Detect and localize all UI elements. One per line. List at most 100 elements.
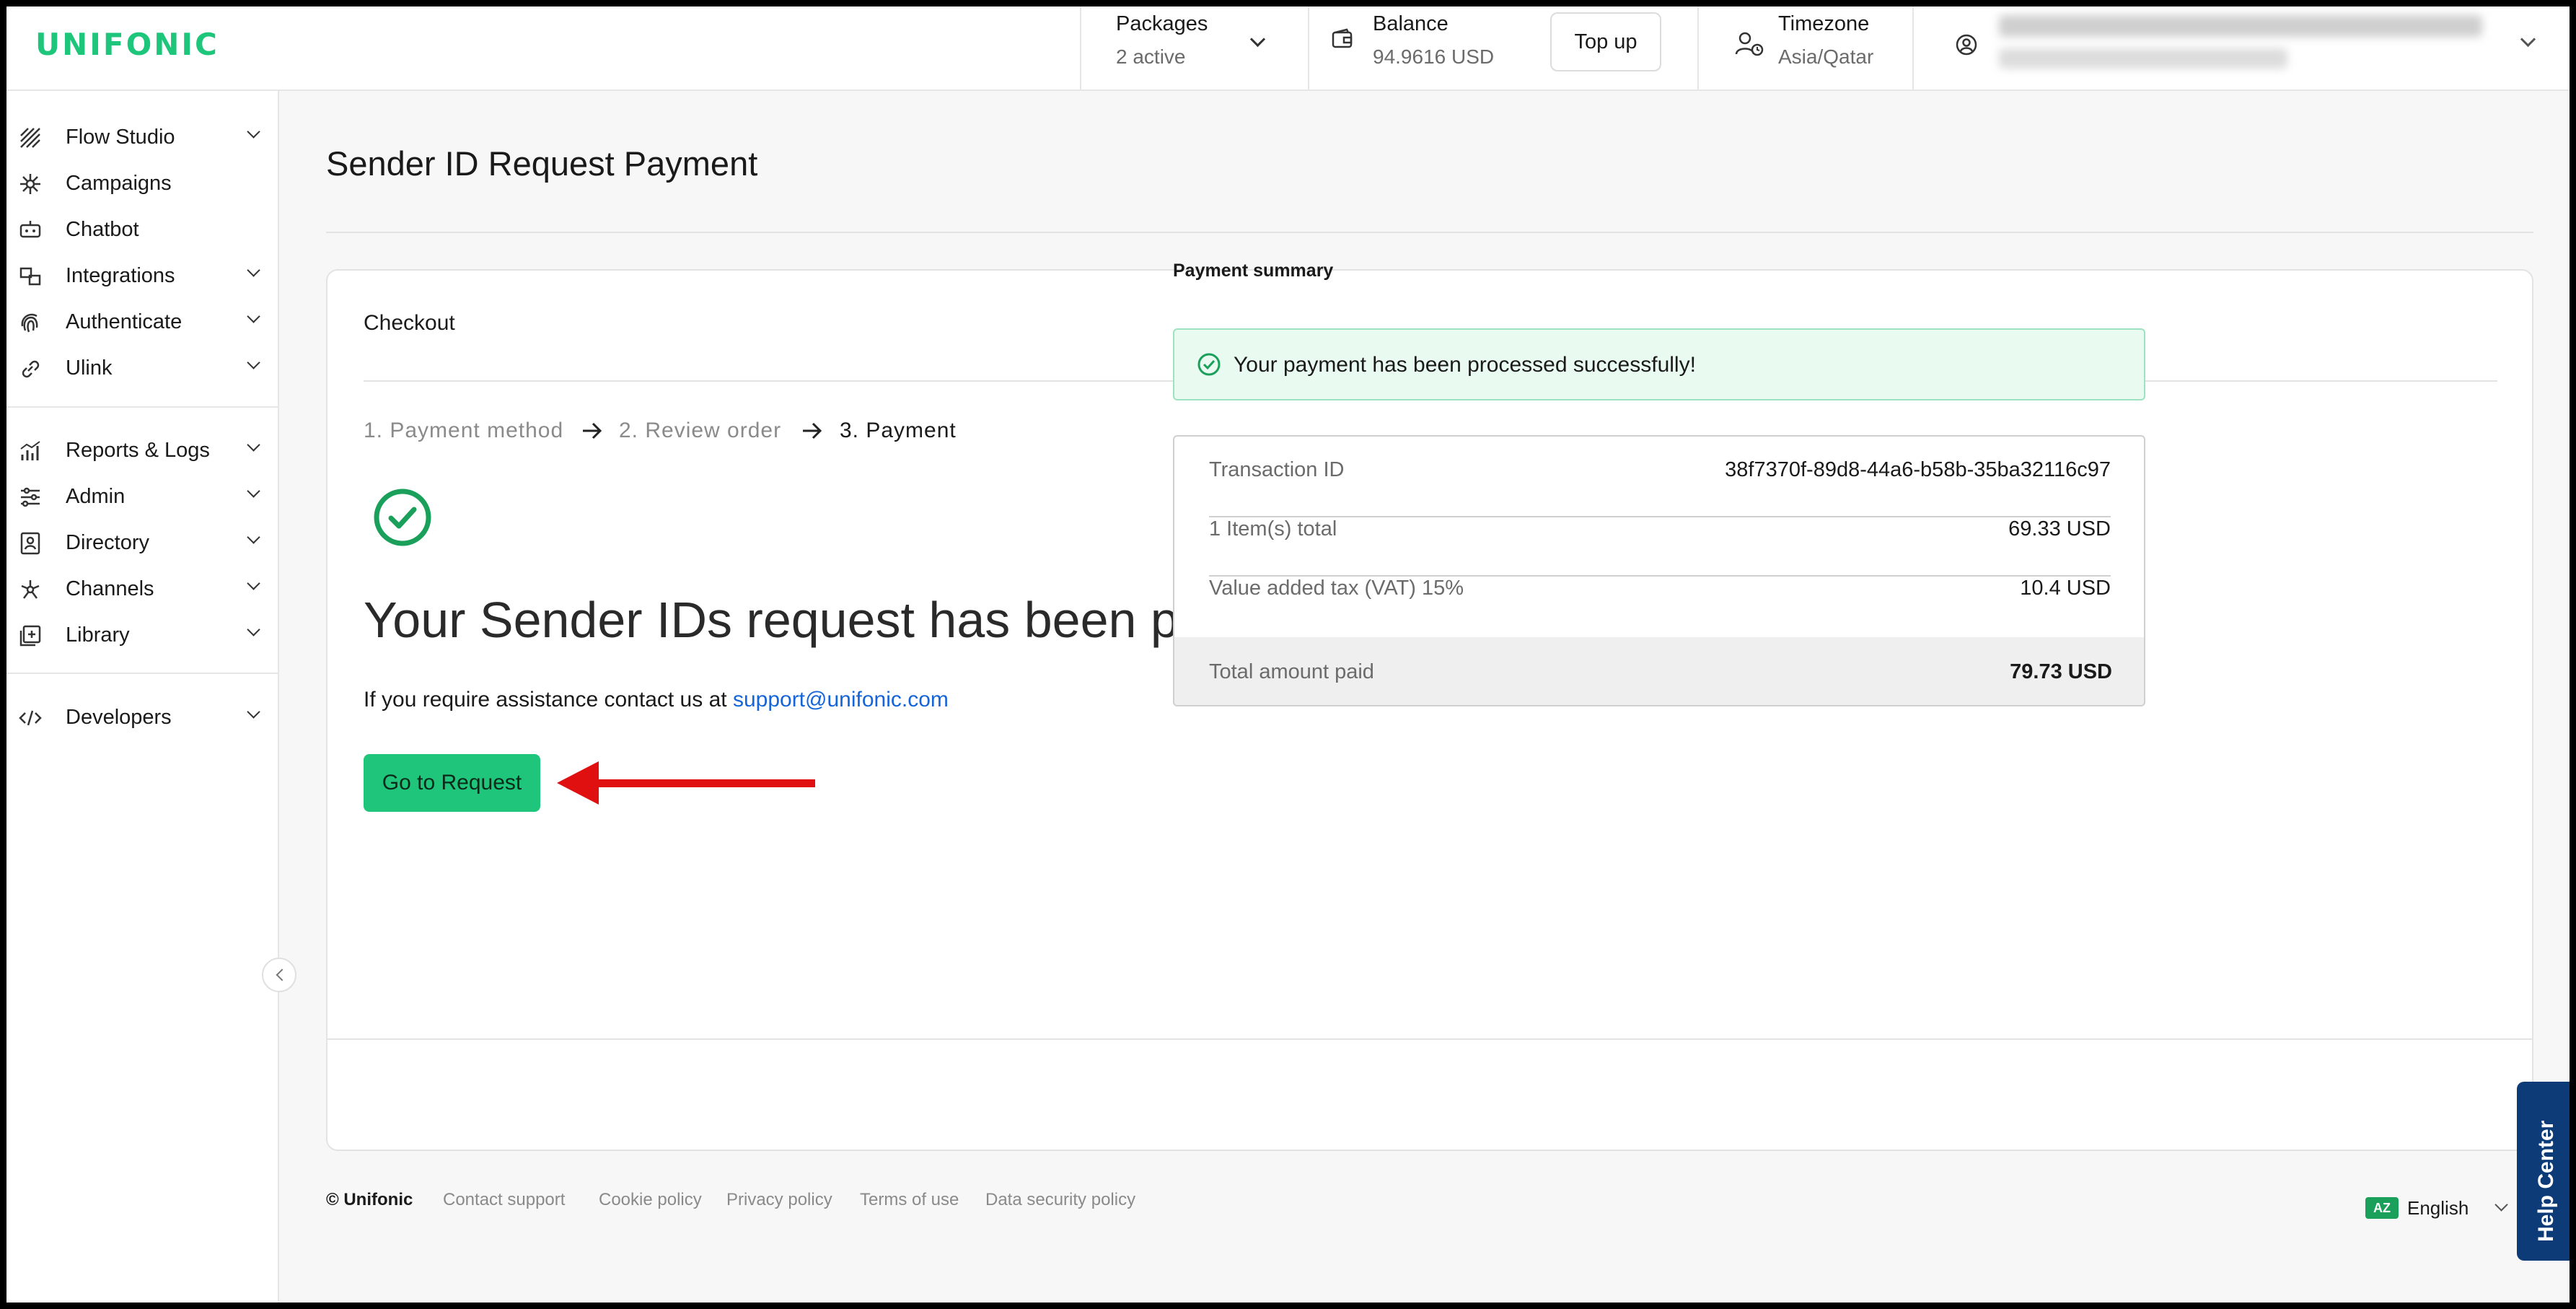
sidebar-item-library[interactable]: Library: [6, 616, 279, 654]
sidebar-item-reports-logs[interactable]: Reports & Logs: [6, 432, 279, 469]
balance-section: Balance 94.9616 USD Top up: [1308, 6, 1697, 91]
checkout-card: Checkout 1. Payment method 2. Review ord…: [326, 269, 2533, 1151]
sidebar-item-label: Authenticate: [66, 310, 183, 333]
sidebar-item-label: Developers: [66, 706, 172, 729]
footer-link-cookie-policy[interactable]: Cookie policy: [599, 1190, 702, 1210]
help-center-button[interactable]: Help Center: [2517, 1082, 2570, 1261]
timezone-section[interactable]: Timezone Asia/Qatar: [1697, 6, 1912, 91]
top-header: UNIFONIC Packages 2 active Balance 94.96…: [6, 6, 2570, 91]
arrow-right-icon: [803, 422, 822, 439]
annotation-arrow: [557, 761, 815, 805]
sliders-icon: [21, 487, 40, 507]
sidebar-item-ulink[interactable]: Ulink: [6, 349, 279, 387]
top-up-button[interactable]: Top up: [1550, 12, 1661, 71]
chevron-down-icon: [247, 438, 260, 452]
summary-label: Transaction ID: [1209, 458, 1345, 481]
sidebar-item-campaigns[interactable]: Campaigns: [6, 165, 279, 202]
library-icon: [19, 625, 41, 647]
chevron-down-icon: [247, 577, 260, 590]
sidebar-item-label: Reports & Logs: [66, 439, 210, 462]
chevron-down-icon: [2494, 1198, 2508, 1212]
summary-row-total: Total amount paid 79.73 USD: [1174, 637, 2144, 705]
sidebar: Flow Studio Campaigns Chatbot Integratio…: [6, 91, 279, 1303]
balance-value: 94.9616 USD: [1373, 45, 1495, 68]
total-value: 79.73 USD: [2010, 660, 2112, 683]
sidebar-item-directory[interactable]: Directory: [6, 524, 279, 561]
account-menu[interactable]: [1912, 6, 2570, 91]
check-circle-icon: [1197, 353, 1221, 376]
chevron-down-icon: [247, 705, 260, 719]
summary-value: 69.33 USD: [2008, 517, 2111, 540]
summary-label: Value added tax (VAT) 15%: [1209, 577, 1464, 600]
payment-summary-title: Payment summary: [1173, 261, 1334, 281]
sidebar-item-channels[interactable]: Channels: [6, 570, 279, 608]
chevron-down-icon: [247, 356, 260, 369]
channels-icon: [21, 580, 40, 599]
summary-row-vat: Value added tax (VAT) 15% 10.4 USD: [1209, 555, 2111, 614]
assistance-label: If you require assistance contact us at: [364, 688, 727, 712]
sidebar-item-label: Ulink: [66, 356, 113, 380]
footer-link-privacy-policy[interactable]: Privacy policy: [726, 1190, 832, 1210]
user-clock-icon: [1735, 32, 1764, 56]
chatbot-icon: [19, 221, 41, 238]
chevron-down-icon: [247, 530, 260, 544]
code-icon: [19, 710, 42, 726]
language-selector[interactable]: AZ English: [2365, 1196, 2510, 1225]
help-center-label: Help Center: [2534, 1120, 2558, 1242]
summary-row-transaction-id: Transaction ID 38f7370f-89d8-44a6-b58b-3…: [1209, 437, 2111, 496]
step-payment-method: 1. Payment method: [364, 419, 564, 442]
title-divider: [326, 232, 2533, 233]
collapse-sidebar-button[interactable]: [262, 958, 296, 992]
campaigns-icon: [20, 174, 40, 194]
chevron-down-icon: [247, 125, 260, 139]
packages-selector[interactable]: Packages 2 active: [1080, 6, 1308, 91]
balance-label: Balance: [1373, 12, 1449, 35]
timezone-value: Asia/Qatar: [1778, 45, 1874, 68]
checkout-title: Checkout: [364, 311, 455, 335]
support-email-link[interactable]: support@unifonic.com: [733, 688, 949, 712]
sidebar-item-label: Admin: [66, 485, 126, 508]
summary-row-items-total: 1 Item(s) total 69.33 USD: [1209, 496, 2111, 555]
language-label: English: [2407, 1197, 2469, 1219]
sidebar-divider: [6, 673, 279, 674]
packages-value: 2 active: [1116, 45, 1186, 68]
link-icon: [22, 360, 40, 378]
payment-success-message: Your payment has been processed successf…: [1234, 353, 1696, 377]
sidebar-item-label: Chatbot: [66, 218, 139, 241]
chevron-down-icon: [247, 623, 260, 636]
translate-icon: AZ: [2365, 1197, 2399, 1219]
redacted-account-email: [1999, 48, 2287, 69]
integrations-icon: [19, 267, 41, 286]
success-headline: Your Sender IDs request has been paid: [364, 592, 1247, 648]
sidebar-divider: [6, 406, 279, 408]
reports-icon: [20, 441, 40, 460]
redacted-account-name: [1999, 15, 2482, 37]
success-check-icon: [374, 489, 431, 546]
sidebar-item-label: Integrations: [66, 264, 175, 287]
packages-label: Packages: [1116, 12, 1208, 35]
summary-value: 38f7370f-89d8-44a6-b58b-35ba32116c97: [1725, 458, 2111, 481]
chevron-down-icon: [2520, 31, 2536, 48]
sidebar-item-developers[interactable]: Developers: [6, 699, 279, 736]
sidebar-item-admin[interactable]: Admin: [6, 478, 279, 515]
directory-icon: [20, 532, 40, 555]
sidebar-item-flow-studio[interactable]: Flow Studio: [6, 118, 279, 156]
assistance-text: If you require assistance contact us at …: [364, 688, 949, 712]
footer-link-data-security-policy[interactable]: Data security policy: [985, 1190, 1135, 1210]
footer-link-contact-support[interactable]: Contact support: [443, 1190, 565, 1210]
go-to-request-button[interactable]: Go to Request: [364, 754, 540, 812]
footer-link-terms-of-use[interactable]: Terms of use: [860, 1190, 959, 1210]
unifonic-logo[interactable]: UNIFONIC: [35, 27, 219, 62]
sidebar-item-label: Flow Studio: [66, 126, 175, 149]
total-label: Total amount paid: [1209, 660, 1374, 683]
sidebar-item-chatbot[interactable]: Chatbot: [6, 211, 279, 248]
sidebar-item-authenticate[interactable]: Authenticate: [6, 303, 279, 341]
timezone-label: Timezone: [1778, 12, 1870, 35]
summary-value: 10.4 USD: [2020, 577, 2111, 600]
sidebar-item-integrations[interactable]: Integrations: [6, 257, 279, 294]
app-window: UNIFONIC Packages 2 active Balance 94.96…: [6, 6, 2570, 1303]
flow-studio-icon: [20, 128, 40, 148]
summary-label: 1 Item(s) total: [1209, 517, 1337, 540]
payment-summary-table: Transaction ID 38f7370f-89d8-44a6-b58b-3…: [1173, 435, 2145, 706]
user-circle-icon: [1956, 34, 1977, 56]
